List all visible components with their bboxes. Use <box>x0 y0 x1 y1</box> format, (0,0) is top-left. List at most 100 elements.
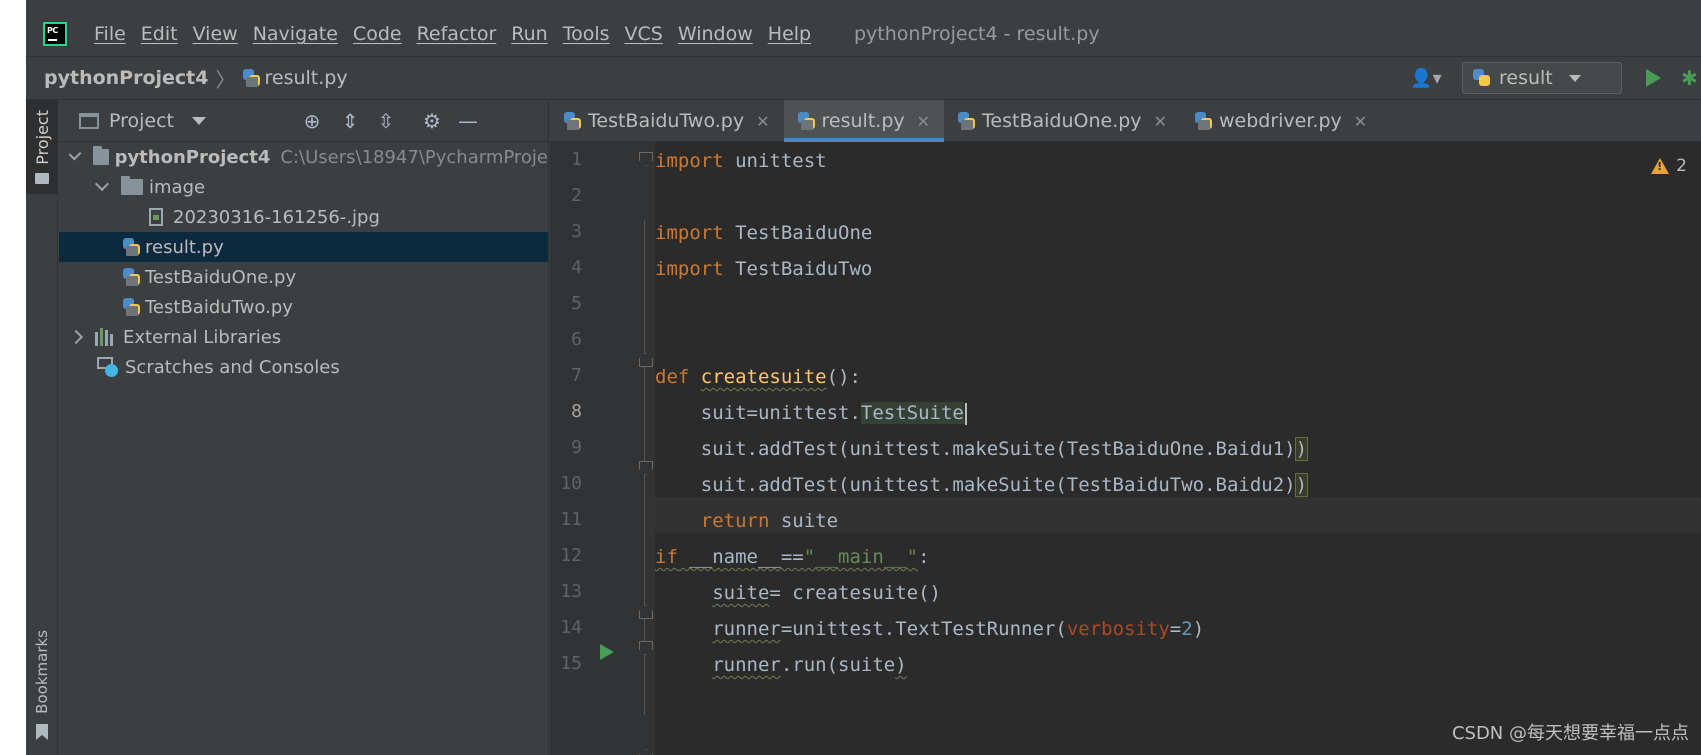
code-text: = createsuite() <box>769 582 941 604</box>
bookmarks-tool-label: Bookmarks <box>33 630 51 714</box>
run-gutter-icon[interactable] <box>600 644 614 660</box>
bookmarks-tool-window-button[interactable]: Bookmarks <box>26 630 58 740</box>
string-literal: "__main__" <box>803 546 919 568</box>
line-number: 14 <box>560 617 582 638</box>
user-account-icon[interactable]: 👤▾ <box>1406 64 1446 92</box>
python-icon <box>1473 69 1491 87</box>
close-icon[interactable]: ✕ <box>1354 112 1367 131</box>
keyword: import <box>655 222 724 244</box>
menu-edit[interactable]: Edit <box>141 23 178 45</box>
run-configuration-select[interactable]: result <box>1462 62 1622 94</box>
tree-root-label: pythonProject4 <box>114 146 271 168</box>
ide-frame: PC File Edit View Navigate Code Refactor… <box>26 12 1701 755</box>
menu-tools[interactable]: Tools <box>563 23 610 45</box>
menu-help[interactable]: Help <box>768 23 811 45</box>
menu-view[interactable]: View <box>193 23 238 45</box>
tree-item-external-libraries[interactable]: External Libraries <box>59 322 548 352</box>
line-number: 1 <box>571 149 582 170</box>
tab-webdriver[interactable]: webdriver.py ✕ <box>1181 100 1381 142</box>
chevron-down-icon[interactable] <box>68 147 82 161</box>
project-tree: pythonProject4 C:\Users\18947\PycharmPro… <box>59 142 548 382</box>
tab-testbaidutwo[interactable]: TestBaiduTwo.py ✕ <box>550 100 784 142</box>
keyword: import <box>655 258 724 280</box>
menu-refactor[interactable]: Refactor <box>417 23 497 45</box>
python-file-icon <box>797 112 816 130</box>
code-line-11: return suite <box>655 503 838 539</box>
breadcrumb: pythonProject4 〉 result.py <box>44 57 348 99</box>
minimize-icon[interactable]: — <box>457 110 479 132</box>
chevron-down-icon[interactable] <box>192 116 207 125</box>
code-text: : <box>918 546 930 568</box>
menu-run[interactable]: Run <box>511 23 547 45</box>
line-number: 3 <box>571 221 582 242</box>
line-number: 4 <box>571 257 582 278</box>
menu-window[interactable]: Window <box>678 23 753 45</box>
code-text: =unittest.TextTestRunner( <box>780 618 1067 640</box>
navigation-bar: pythonProject4 〉 result.py 👤▾ result ✱ <box>26 56 1701 100</box>
keyword: if <box>655 546 678 568</box>
warning-icon <box>1651 158 1670 174</box>
watermark: CSDN @每天想要幸福一点点 <box>1451 723 1689 744</box>
tree-item-image-folder[interactable]: image <box>59 172 548 202</box>
python-file-icon <box>123 298 141 316</box>
folder-icon <box>92 146 109 165</box>
code-line-10: suit.addTest(unittest.makeSuite(TestBaid… <box>655 467 1309 503</box>
debug-bug-icon[interactable]: ✱ <box>1681 67 1701 89</box>
ide-window: PC File Edit View Navigate Code Refactor… <box>0 0 1701 755</box>
code-text: suit <box>700 402 747 424</box>
code-line-3: import TestBaiduOne <box>655 215 872 251</box>
code-text: __name__== <box>677 546 804 568</box>
tab-result[interactable]: result.py ✕ <box>783 100 945 142</box>
menu-code[interactable]: Code <box>353 23 402 45</box>
collapse-all-icon[interactable]: ⇳ <box>375 110 397 132</box>
line-number: 7 <box>571 365 582 386</box>
run-icon[interactable] <box>1646 69 1661 87</box>
line-number: 11 <box>560 509 582 530</box>
locate-target-icon[interactable]: ⊕ <box>301 110 323 132</box>
gear-icon[interactable]: ⚙ <box>421 110 443 132</box>
python-file-icon <box>958 112 976 130</box>
tree-item-testbaiduone[interactable]: TestBaiduOne.py <box>59 262 548 292</box>
pycharm-logo-icon: PC <box>43 22 67 46</box>
chevron-down-icon[interactable] <box>94 176 110 192</box>
tree-item-testbaidutwo[interactable]: TestBaiduTwo.py <box>59 292 548 322</box>
breadcrumb-project[interactable]: pythonProject4 <box>44 67 209 89</box>
line-number: 5 <box>571 293 582 314</box>
number-literal: 2 <box>1181 618 1193 640</box>
chevron-right-icon[interactable] <box>68 329 84 345</box>
expand-all-icon[interactable]: ⇕ <box>339 110 361 132</box>
project-panel-title[interactable]: Project <box>109 110 174 132</box>
tab-label: TestBaiduTwo.py <box>588 110 745 132</box>
code-text: runner <box>712 654 781 676</box>
python-file-icon <box>123 268 141 286</box>
window-title: pythonProject4 - result.py <box>854 23 1100 45</box>
menu-bar: PC File Edit View Navigate Code Refactor… <box>26 12 1701 56</box>
close-icon[interactable]: ✕ <box>1154 112 1167 131</box>
code-text: runner <box>712 618 781 640</box>
image-file-icon <box>149 208 163 226</box>
project-tool-window-button[interactable]: Project <box>26 100 58 194</box>
menu-navigate[interactable]: Navigate <box>253 23 338 45</box>
close-icon[interactable]: ✕ <box>917 112 930 131</box>
code-text: .run(suite <box>780 654 896 676</box>
inspection-warnings[interactable]: 2 <box>1651 156 1687 176</box>
tree-item-scratches[interactable]: Scratches and Consoles <box>59 352 548 382</box>
menu-vcs[interactable]: VCS <box>625 23 663 45</box>
keyword: return <box>700 510 770 532</box>
breadcrumb-file[interactable]: result.py <box>265 67 348 89</box>
tree-item-label: image <box>149 176 206 198</box>
close-icon[interactable]: ✕ <box>756 112 769 131</box>
tab-testbaiduone[interactable]: TestBaiduOne.py ✕ <box>944 100 1181 142</box>
function-name: createsuite <box>700 366 827 388</box>
code-text: (): <box>826 366 861 388</box>
tree-item-root[interactable]: pythonProject4 C:\Users\18947\PycharmPro… <box>59 142 548 172</box>
tree-item-result-py[interactable]: result.py <box>59 232 548 262</box>
project-window-icon <box>79 112 99 129</box>
tree-item-image-file[interactable]: 20230316-161256-.jpg <box>59 202 548 232</box>
tree-root-path: C:\Users\18947\PycharmProje <box>280 146 548 168</box>
line-number: 6 <box>571 329 582 350</box>
menu-items: File Edit View Navigate Code Refactor Ru… <box>94 12 826 56</box>
code-text: TestBaiduTwo <box>723 258 873 280</box>
menu-file[interactable]: File <box>94 23 126 45</box>
